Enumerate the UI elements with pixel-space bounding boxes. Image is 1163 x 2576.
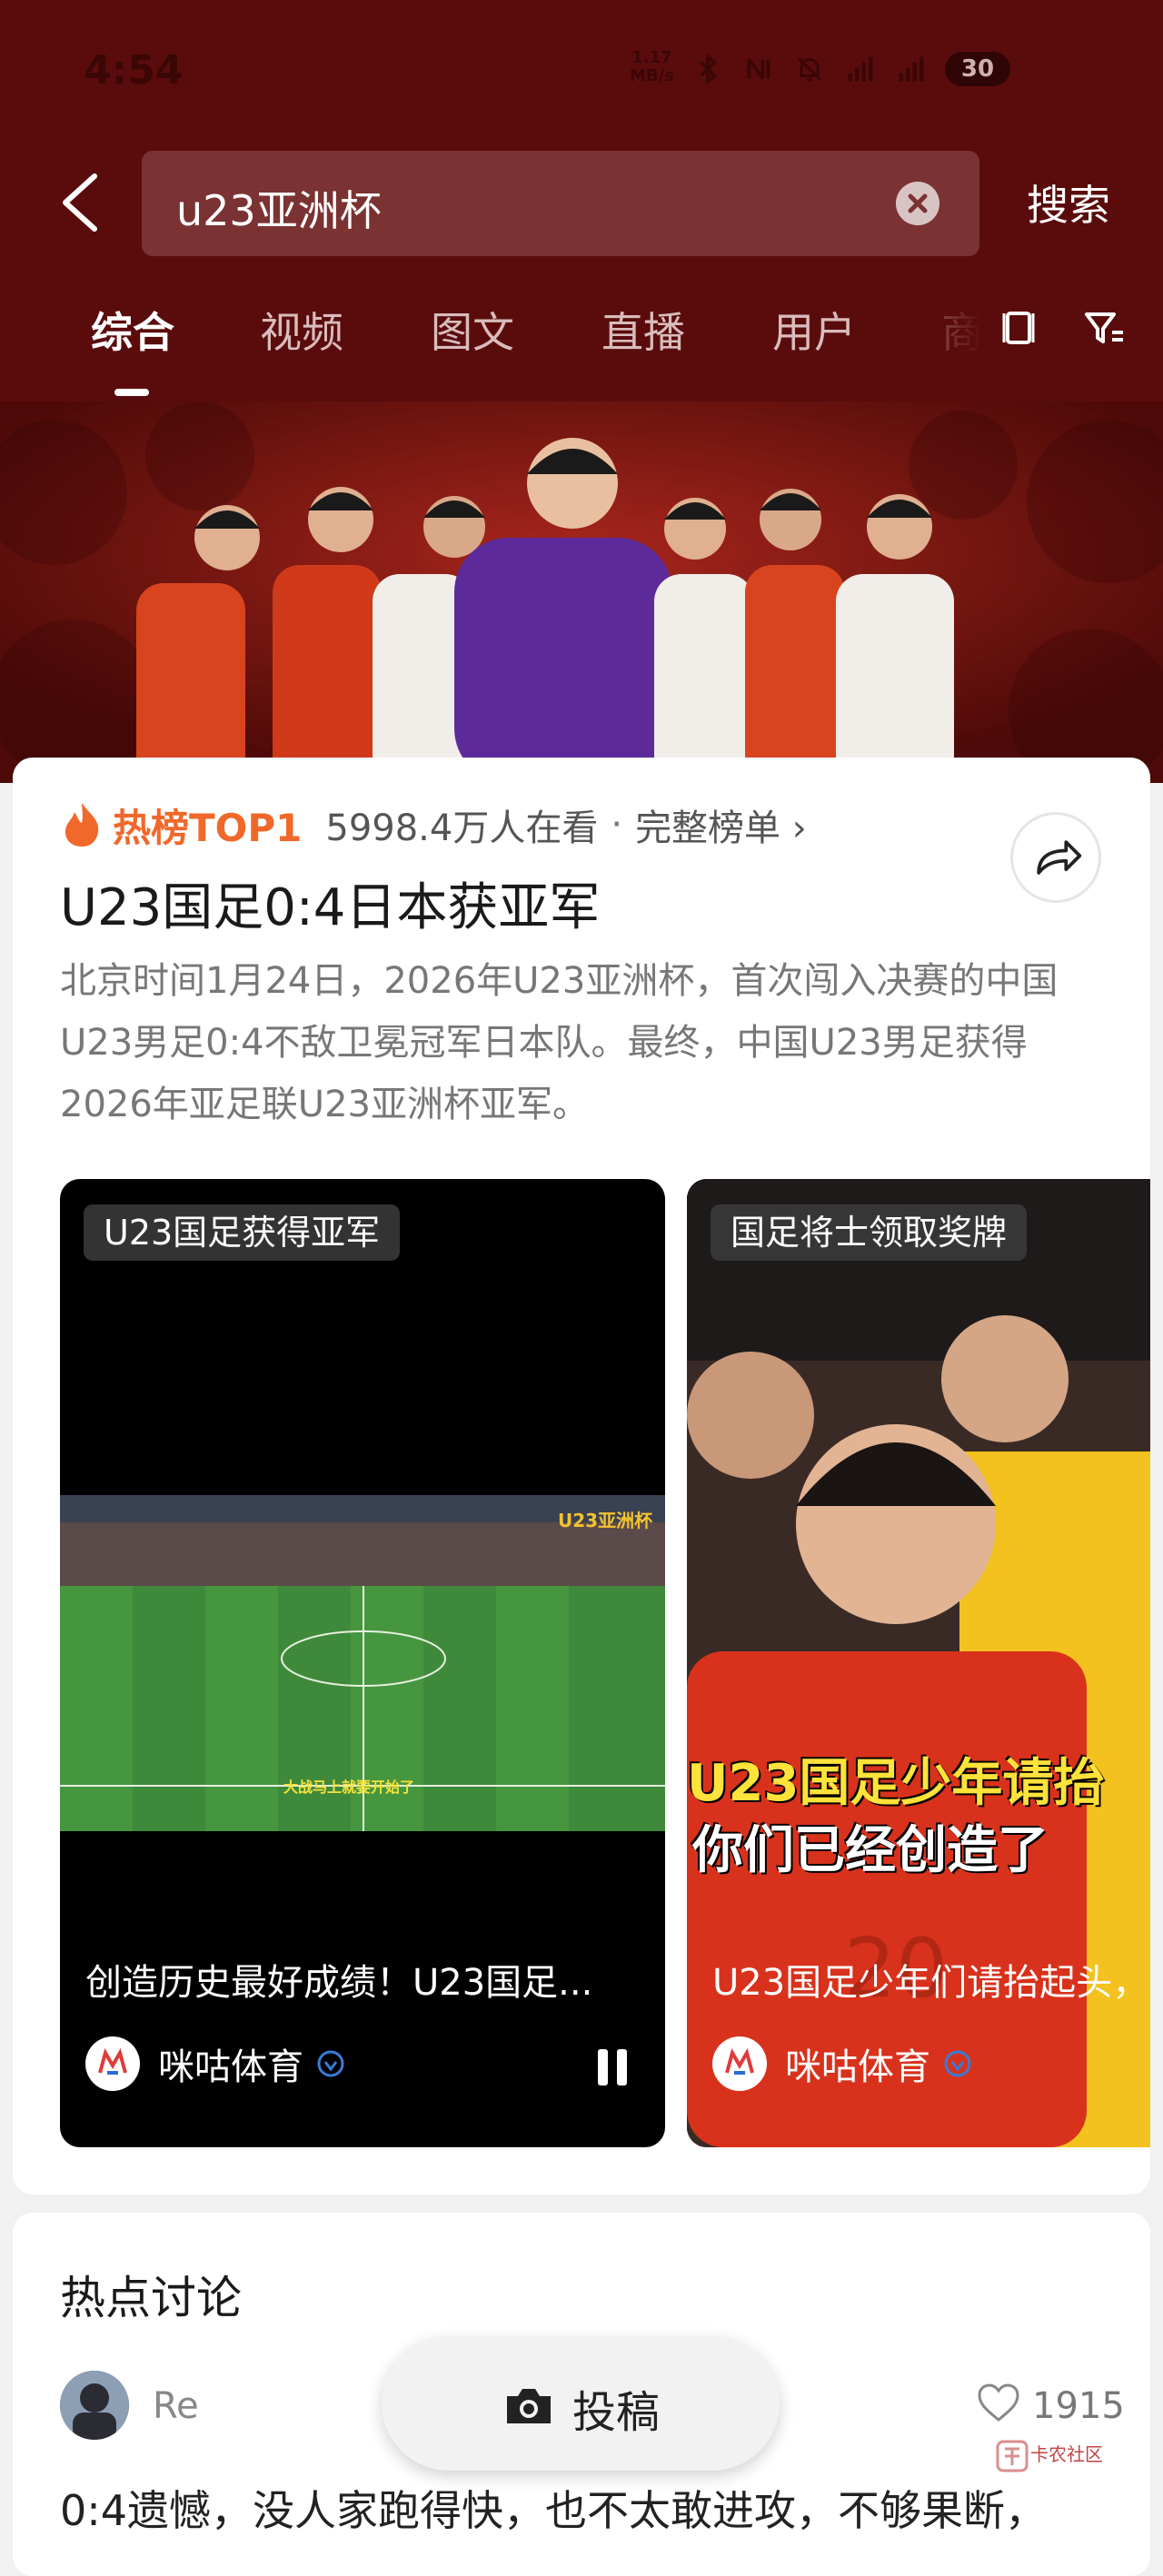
signal-icon xyxy=(848,56,873,82)
heart-icon[interactable] xyxy=(976,2382,1021,2423)
active-tab-indicator xyxy=(114,389,149,396)
bluetooth-icon xyxy=(700,53,718,85)
tab-comprehensive[interactable]: 综合 xyxy=(91,300,174,360)
clear-icon[interactable] xyxy=(896,182,939,225)
tab-image-text[interactable]: 图文 xyxy=(431,300,514,360)
category-tabs: 综合 视频 图文 直播 用户 商 xyxy=(0,300,1163,372)
post-button-label: 投稿 xyxy=(572,2387,661,2438)
migu-logo-icon xyxy=(725,2047,754,2075)
video-caption[interactable]: U23国足少年们请抬起头， xyxy=(712,1953,1148,2006)
full-ranking-link[interactable]: 完整榜单 › xyxy=(635,798,807,851)
video-card[interactable]: 20 U23国足少年请抬 你们已经创造了 国足将士领取奖牌 U23国足少年们请抬… xyxy=(687,1179,1150,2147)
camera-icon xyxy=(507,2389,551,2423)
battery-indicator: 30 xyxy=(945,52,1010,86)
video-card[interactable]: U23亚洲杯 大战马上就要开始了 U23国足获得亚军 创造历史最好成绩！U23国… xyxy=(60,1179,665,2147)
like-count: 1915 xyxy=(1032,2385,1125,2427)
nfc-icon xyxy=(747,58,770,80)
video-caption[interactable]: 创造历史最好成绩！U23国足... xyxy=(85,1953,592,2006)
filter-icon[interactable] xyxy=(1081,305,1127,351)
user-name[interactable]: Re xyxy=(153,2385,199,2427)
signal-icon-2 xyxy=(899,56,924,82)
user-avatar[interactable] xyxy=(60,2371,129,2440)
tournament-badge: U23亚洲杯 xyxy=(558,1510,653,1531)
search-header: 4:54 1.17 MB/s 30 u23亚洲杯 搜索 综合 视频 图文 直播 … xyxy=(0,0,1163,401)
video-author[interactable]: 咪咕体育 xyxy=(85,2035,345,2093)
comment-text[interactable]: 0:4遗憾，没人家跑得快，也不太敢进攻，不够果断， xyxy=(60,2478,1047,2538)
author-avatar xyxy=(85,2036,140,2091)
verified-icon xyxy=(317,2050,344,2077)
video-tag: U23国足获得亚军 xyxy=(84,1204,401,1261)
section-title: 热点讨论 xyxy=(60,2272,242,2324)
author-avatar xyxy=(712,2036,767,2091)
video-subtitle: 大战马上就要开始了 xyxy=(283,1778,415,1796)
hero-banner[interactable] xyxy=(0,401,1163,783)
video-tag: 国足将士领取奖牌 xyxy=(711,1204,1028,1261)
search-query[interactable]: u23亚洲杯 xyxy=(176,178,382,238)
back-icon[interactable] xyxy=(55,171,105,234)
search-button[interactable]: 搜索 xyxy=(1027,173,1110,233)
layout-toggle-icon[interactable] xyxy=(996,305,1041,351)
author-name: 咪咕体育 xyxy=(785,2046,930,2088)
network-speed-value: 1.17 xyxy=(631,48,672,67)
hot-rank-label: 热榜TOP1 xyxy=(113,805,303,850)
search-input[interactable]: u23亚洲杯 xyxy=(142,151,979,256)
tab-fade xyxy=(909,300,981,372)
tab-live[interactable]: 直播 xyxy=(601,300,685,360)
separator-dot: · xyxy=(611,804,623,846)
post-button[interactable]: 投稿 xyxy=(382,2336,780,2471)
description-line: 2026年亚足联U23亚洲杯亚军。 xyxy=(60,1084,589,1125)
topic-title[interactable]: U23国足0:4日本获亚军 xyxy=(60,867,600,940)
description-line: U23男足0:4不敌卫冕冠军日本队。最终，中国U23男足获得 xyxy=(60,1022,1028,1064)
status-time: 4:54 xyxy=(84,47,184,94)
network-speed: 1.17 MB/s xyxy=(630,49,674,85)
video-overlay-text: 你们已经创造了 xyxy=(692,1821,1049,1880)
video-author[interactable]: 咪咕体育 xyxy=(712,2035,972,2093)
watermark-text: 卡农社区 xyxy=(1030,2443,1103,2465)
mute-icon xyxy=(797,56,822,82)
migu-logo-icon xyxy=(98,2047,127,2075)
avatar-image xyxy=(60,2371,129,2440)
video-overlay-text: U23国足少年请抬 xyxy=(687,1754,1105,1813)
author-name: 咪咕体育 xyxy=(158,2046,303,2088)
status-bar: 4:54 1.17 MB/s 30 xyxy=(0,0,1163,145)
network-speed-unit: MB/s xyxy=(630,66,674,85)
tab-user[interactable]: 用户 xyxy=(772,300,856,360)
fire-icon xyxy=(65,803,99,847)
share-icon[interactable] xyxy=(1010,812,1101,903)
description-line: 北京时间1月24日，2026年U23亚洲杯，首次闯入决赛的中国 xyxy=(60,960,1059,1002)
viewer-count: 5998.4万人在看 xyxy=(325,807,599,849)
status-icons: 30 xyxy=(691,45,1010,93)
pause-icon[interactable] xyxy=(594,2047,631,2087)
hot-rank-row: 热榜TOP1 5998.4万人在看 · 完整榜单 › xyxy=(62,798,807,852)
hot-topic-card[interactable]: 热榜TOP1 5998.4万人在看 · 完整榜单 › U23国足0:4日本获亚军… xyxy=(13,758,1150,2195)
team-players-image xyxy=(0,401,1163,783)
verified-icon xyxy=(944,2050,971,2077)
tab-video[interactable]: 视频 xyxy=(260,300,343,360)
topic-description: 北京时间1月24日，2026年U23亚洲杯，首次闯入决赛的中国 U23男足0:4… xyxy=(60,950,1114,1135)
